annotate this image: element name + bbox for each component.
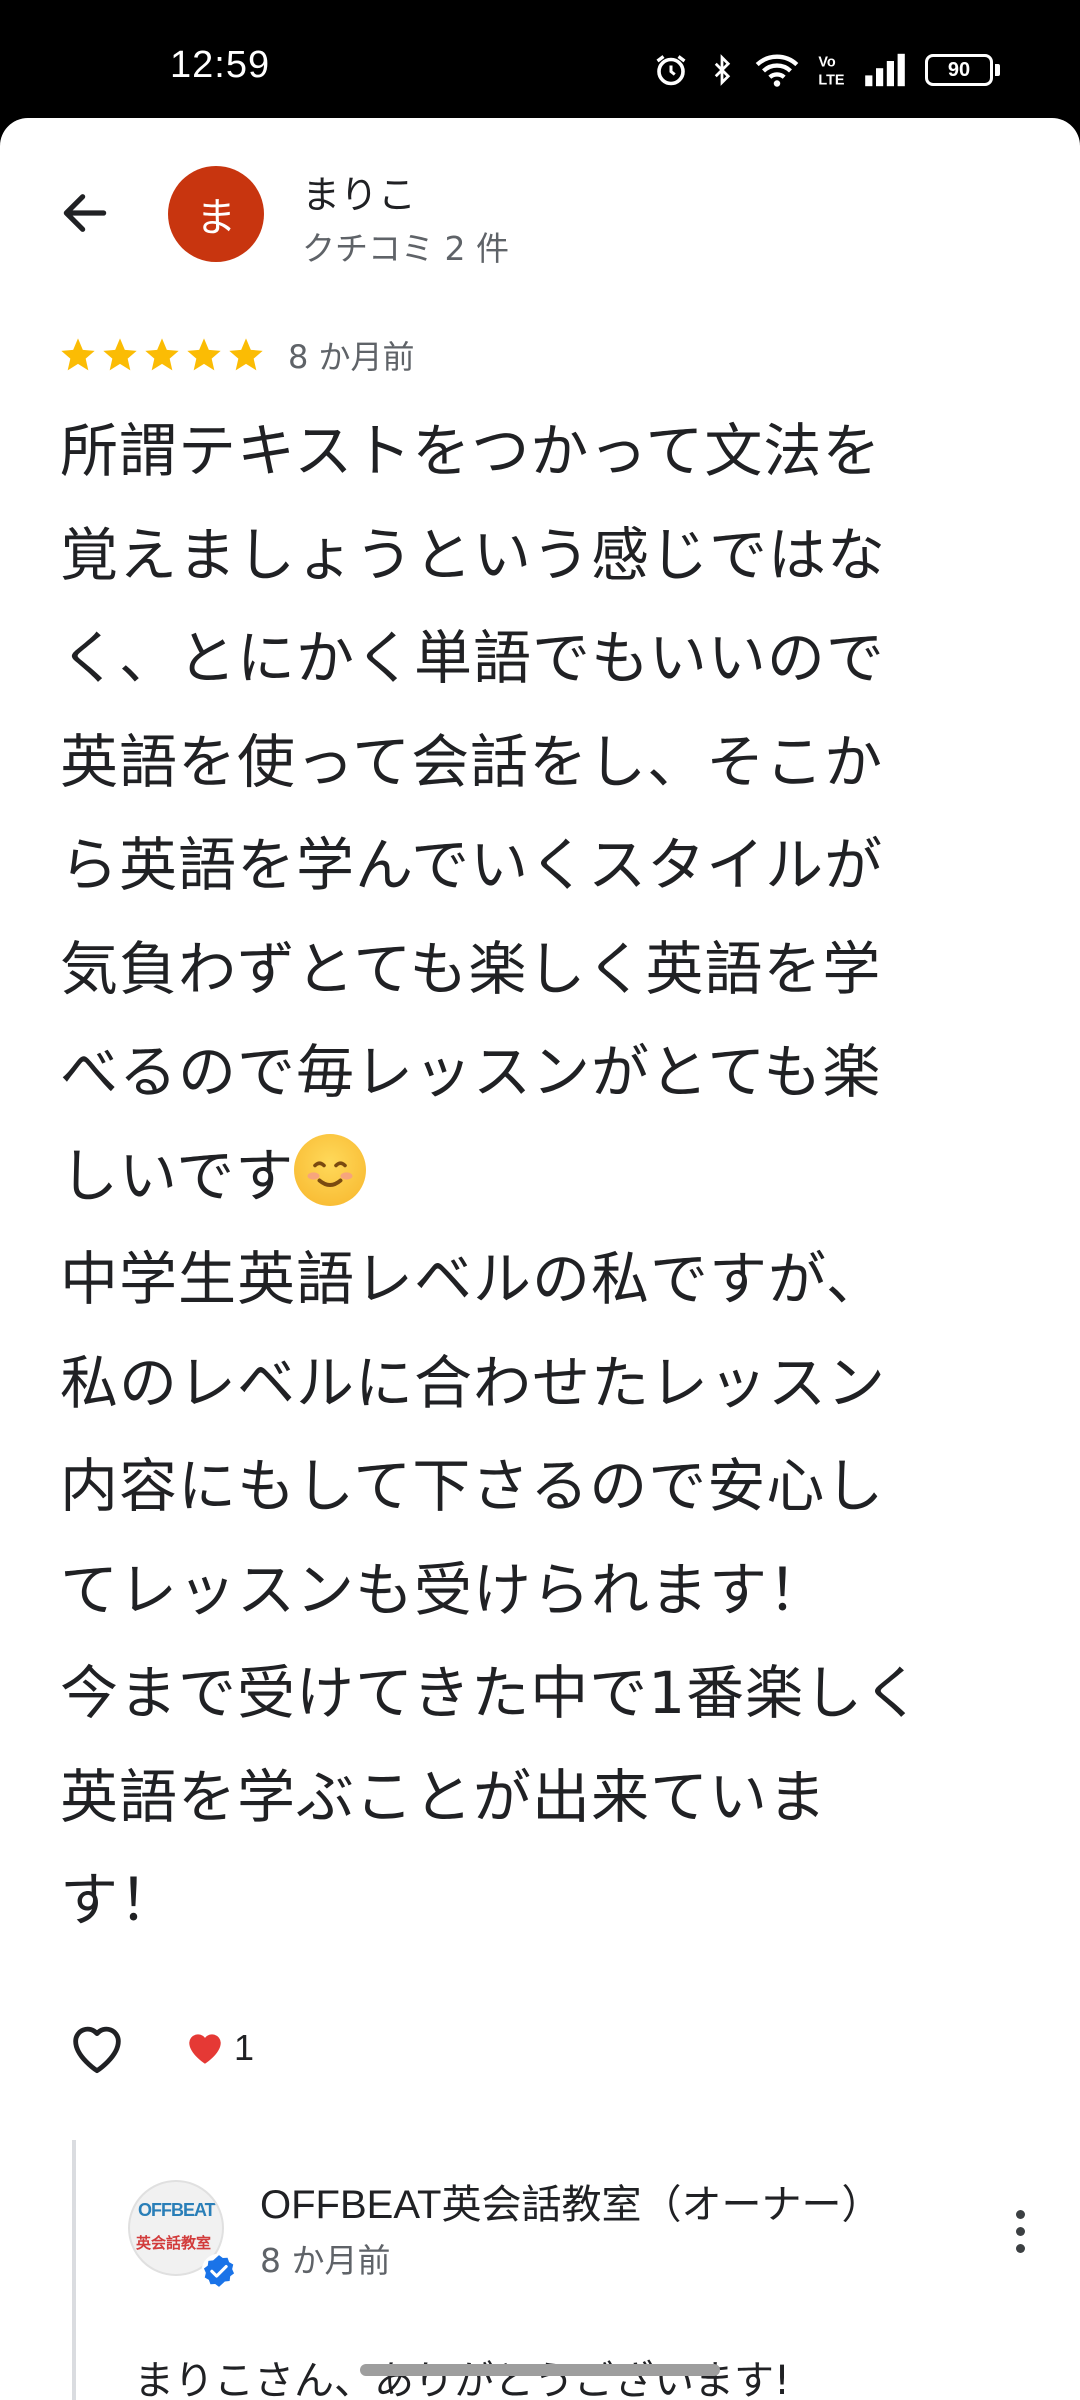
star-rating: [58, 335, 266, 375]
battery-indicator: 90: [925, 54, 1000, 86]
svg-text:Vo: Vo: [818, 54, 836, 70]
more-options-button[interactable]: [990, 2196, 1050, 2266]
reviewer-review-count: クチコミ 2 件: [302, 229, 509, 268]
battery-level: 90: [925, 54, 993, 86]
review-text-part1: 所謂テキストをつかって文法を 覚えましょうという感じではな く、とにかく単語でも…: [60, 417, 887, 1210]
signal-icon: [865, 53, 905, 87]
heart-outline-icon: [73, 2026, 121, 2074]
star-icon: [61, 338, 95, 371]
like-row: 1: [62, 2008, 254, 2088]
status-bar: 12:59 Vo LTE 90: [0, 0, 1080, 118]
heart-filled-icon: [189, 2034, 221, 2064]
star-icon: [187, 338, 221, 371]
alarm-icon: [656, 55, 686, 86]
rating-row: 8 か月前: [58, 330, 415, 380]
owner-logo-top: OFFBEAT: [138, 2200, 216, 2220]
bluetooth-icon: [714, 54, 731, 86]
status-icons: Vo LTE 90: [653, 50, 1000, 90]
review-sheet: ま まりこ クチコミ 2 件 8 か月前 所謂テキストをつかって文法を 覚えまし…: [0, 118, 1080, 2400]
more-vert-icon: [1015, 2209, 1025, 2219]
star-icon: [145, 338, 179, 371]
like-button[interactable]: [62, 2013, 132, 2083]
reviewer-name[interactable]: まりこ: [302, 164, 416, 219]
star-icon: [229, 338, 263, 371]
avatar-initial: ま: [196, 195, 236, 241]
review-text: 所謂テキストをつかって文法を 覚えましょうという感じではな く、とにかく単語でも…: [60, 400, 1020, 1953]
smiling-face-emoji-icon: [294, 1133, 367, 1206]
reaction-count: 1: [234, 2027, 255, 2068]
verified-badge-icon: [201, 2253, 237, 2289]
reaction-summary[interactable]: 1: [184, 2027, 254, 2069]
svg-text:LTE: LTE: [818, 72, 845, 88]
owner-name: OFFBEAT英会話教室（オーナー）: [260, 2183, 882, 2227]
owner-reply: OFFBEAT 英会話教室 OFFBEAT英会話教室（オーナー） 8 か月前 ま…: [72, 2140, 1080, 2400]
wifi-icon: [755, 54, 799, 87]
back-button[interactable]: [50, 178, 120, 248]
review-text-part2: 中学生英語レベルの私ですが、 私のレベルに合わせたレッスン 内容にもして下さるの…: [60, 1245, 923, 1934]
owner-logo-bottom: 英会話教室: [136, 2234, 212, 2252]
volte-icon: Vo LTE: [818, 54, 845, 88]
star-icon: [103, 338, 137, 371]
status-time: 12:59: [170, 44, 271, 86]
back-arrow-icon: [63, 194, 107, 232]
owner-reply-date: 8 か月前: [260, 2241, 391, 2280]
review-date: 8 か月前: [288, 338, 415, 376]
reviewer-avatar[interactable]: ま: [168, 166, 264, 262]
home-indicator[interactable]: [360, 2364, 720, 2376]
